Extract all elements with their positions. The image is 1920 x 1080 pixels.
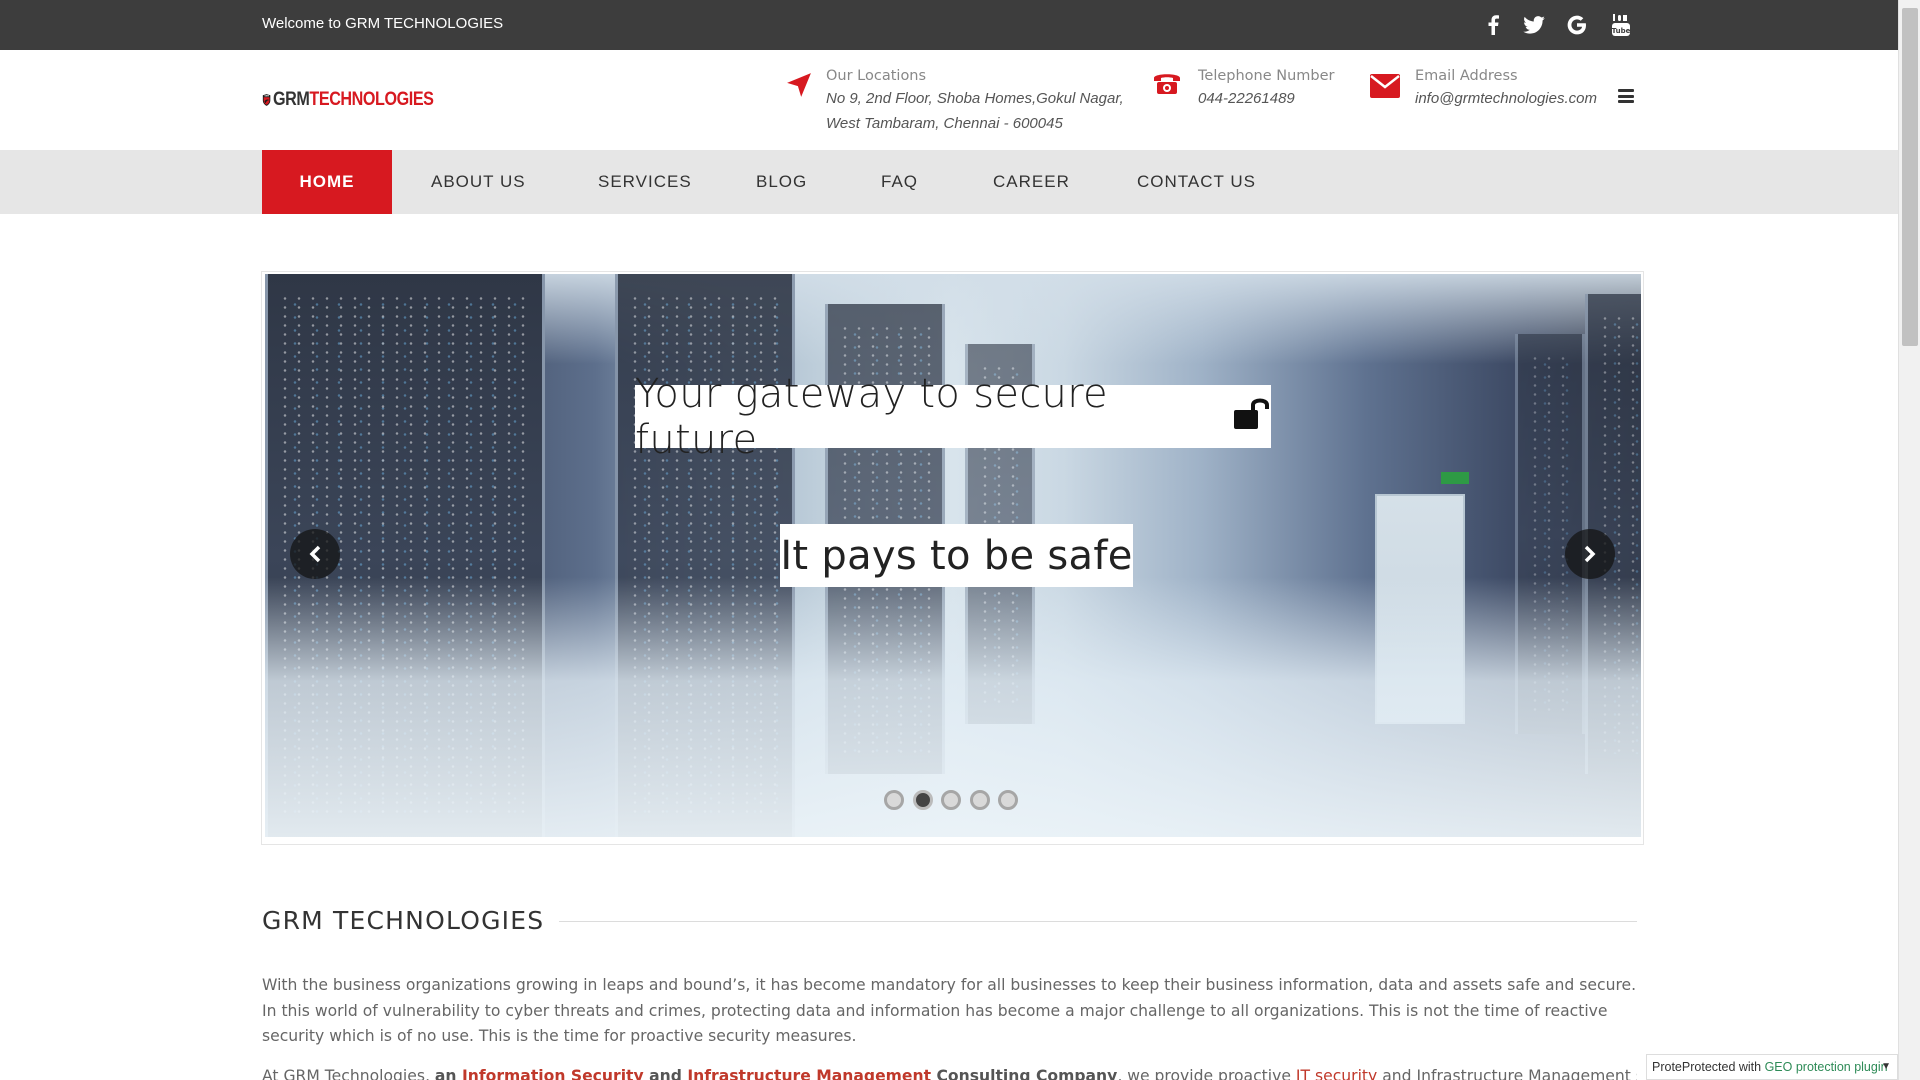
email-info: Email Address info@grmtechnologies.com (1415, 66, 1597, 111)
company-logo[interactable]: GRM GRMTECHNOLOGIES (262, 70, 462, 130)
facebook-icon[interactable] (1478, 10, 1508, 40)
nav-item-blog[interactable]: BLOG (756, 150, 807, 214)
email-label: Email Address (1415, 68, 1518, 84)
slider-caption-secondary: It pays to be safe (780, 524, 1133, 587)
envelope-icon (1370, 74, 1400, 103)
logo-text: GRMTECHNOLOGIES (273, 89, 434, 110)
scrollbar-thumb[interactable] (1902, 8, 1918, 346)
address-line-1: No 9, 2nd Floor, Shoba Homes,Gokul Nagar… (826, 90, 1124, 107)
nav-item-services[interactable]: SERVICES (598, 150, 692, 214)
exit-sign (1441, 472, 1469, 484)
nav-item-faq[interactable]: FAQ (881, 150, 918, 214)
unlock-icon (1233, 394, 1271, 440)
intro-paragraph: With the business organizations growing … (262, 976, 1637, 1045)
nav-item-about-us[interactable]: ABOUT US (431, 150, 526, 214)
hamburger-menu-icon[interactable] (1618, 89, 1634, 103)
nav-item-contact-us[interactable]: CONTACT US (1137, 150, 1256, 214)
slider-dot[interactable] (884, 790, 904, 810)
chevron-right-icon (1584, 545, 1596, 563)
top-bar: Welcome to GRM TECHNOLOGIES Tube (0, 0, 1898, 50)
it-security-link[interactable]: IT security (1296, 1067, 1377, 1080)
slider-dot[interactable] (941, 790, 961, 810)
nav-item-home[interactable]: HOME (262, 150, 392, 214)
chevron-left-icon (309, 545, 321, 563)
telephone-info: Telephone Number 044-22261489 (1198, 66, 1335, 111)
shield-logo-icon: GRM (262, 94, 271, 106)
location-info: Our Locations No 9, 2nd Floor, Shoba Hom… (826, 66, 1124, 136)
main-navigation: HOME ABOUT US SERVICES BLOG FAQ CAREER C… (0, 150, 1898, 214)
site-header: GRM GRMTECHNOLOGIES Our Locations No 9, … (0, 50, 1898, 150)
section-title: GRM TECHNOLOGIES (262, 906, 545, 935)
information-security-link[interactable]: Information Security (462, 1067, 644, 1080)
page-scrollbar[interactable] (1898, 0, 1920, 1080)
infrastructure-management-link[interactable]: Infrastructure Management (687, 1067, 931, 1080)
google-icon[interactable] (1562, 10, 1592, 40)
youtube-icon[interactable]: Tube (1606, 10, 1636, 40)
slider-dot-active[interactable] (912, 790, 933, 810)
slider-dot[interactable] (998, 790, 1018, 810)
geo-protection-badge[interactable]: ProteProtected with GEO protection plugi… (1646, 1054, 1898, 1080)
slider-next-button[interactable] (1565, 529, 1615, 579)
telephone-number[interactable]: 044-22261489 (1198, 86, 1335, 111)
location-arrow-icon (786, 72, 812, 103)
address-line-2: West Tambaram, Chennai - 600045 (826, 115, 1063, 132)
section-divider (559, 921, 1637, 922)
caret-down-icon: ▼ (1881, 1061, 1891, 1072)
slider-pagination (884, 790, 1027, 810)
slider-dot[interactable] (969, 790, 990, 810)
email-address[interactable]: info@grmtechnologies.com (1415, 86, 1597, 111)
nav-item-career[interactable]: CAREER (993, 150, 1070, 214)
telephone-icon (1152, 70, 1182, 101)
telephone-label: Telephone Number (1198, 68, 1335, 84)
company-paragraph: At GRM Technologies, an Information Secu… (262, 1064, 1637, 1080)
slider-prev-button[interactable] (290, 529, 340, 579)
svg-text:GRM: GRM (264, 96, 269, 98)
location-label: Our Locations (826, 68, 927, 84)
svg-text:Tube: Tube (1612, 27, 1630, 35)
welcome-text: Welcome to GRM TECHNOLOGIES (262, 15, 504, 32)
twitter-icon[interactable] (1519, 10, 1549, 40)
slider-caption-primary: Your gateway to secure future (635, 371, 1271, 463)
